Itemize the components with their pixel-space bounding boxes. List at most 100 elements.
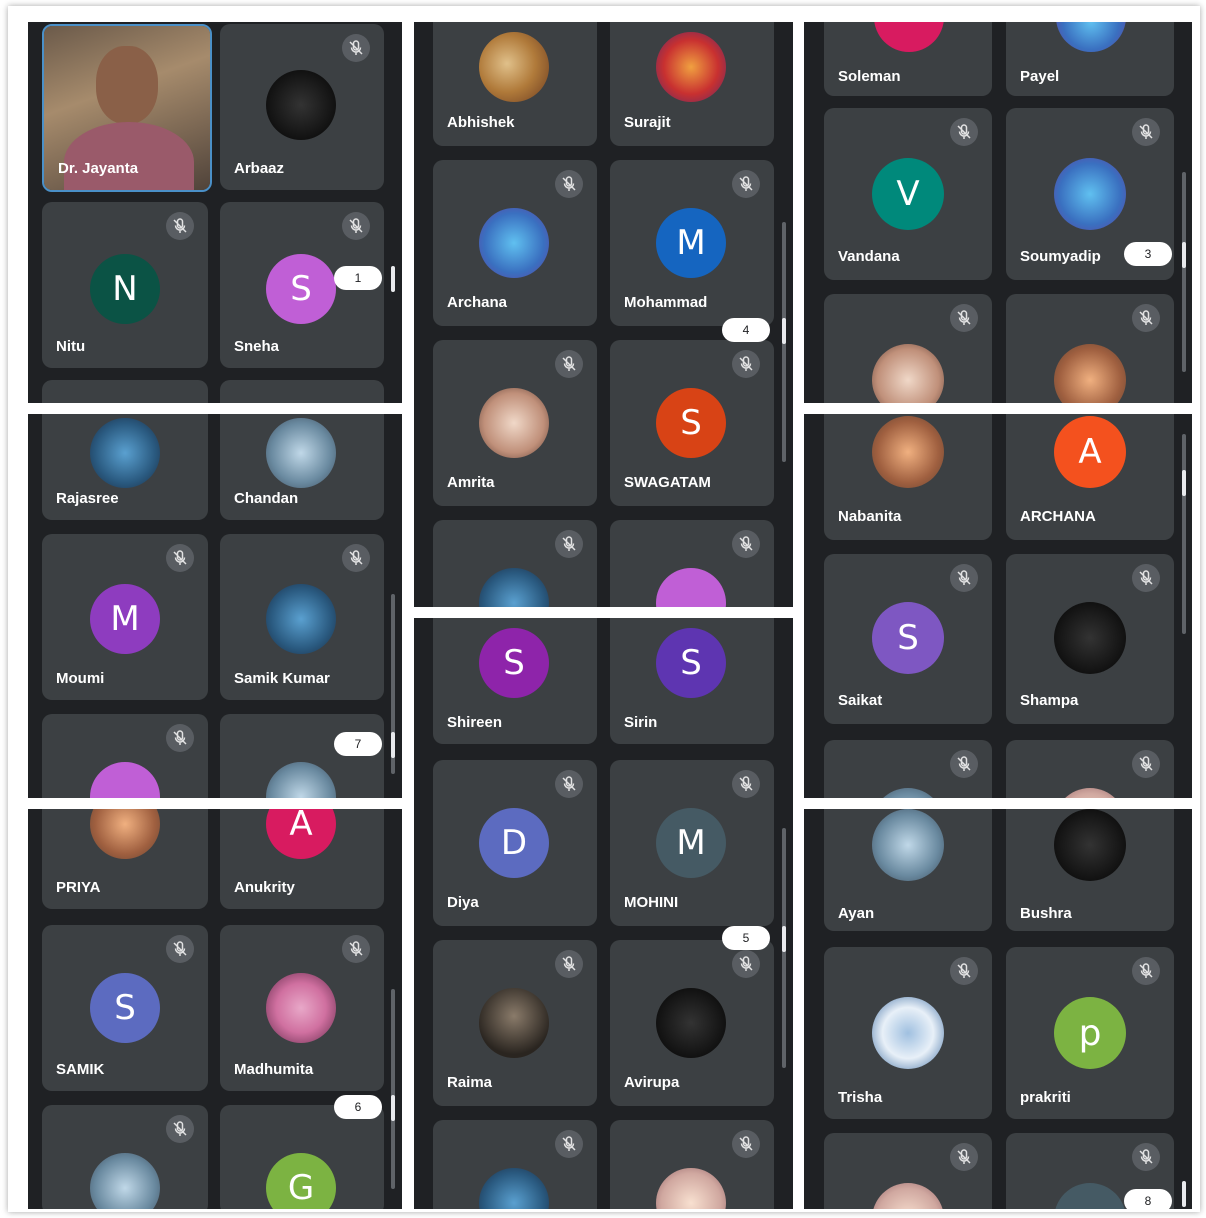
page-marker: 1 xyxy=(334,266,382,290)
participant-tile[interactable]: S Sirin xyxy=(610,618,774,744)
page-marker: 3 xyxy=(1124,242,1172,266)
page-marker: 8 xyxy=(1124,1189,1172,1209)
participant-avatar xyxy=(1056,22,1126,52)
participant-tile[interactable] xyxy=(42,714,208,798)
participant-tile[interactable]: Amrita xyxy=(433,340,597,506)
participant-tile[interactable]: Trisha xyxy=(824,947,992,1119)
participant-tile[interactable] xyxy=(1006,740,1174,798)
scrollbar[interactable] xyxy=(391,266,395,292)
participant-tile[interactable]: Ayan xyxy=(824,809,992,931)
participant-tile[interactable] xyxy=(824,740,992,798)
participant-name: Saikat xyxy=(838,692,883,709)
mic-off-icon xyxy=(166,1115,194,1143)
scrollbar-thumb[interactable] xyxy=(782,926,786,952)
participant-tile[interactable]: G xyxy=(220,1105,384,1209)
scrollbar-thumb[interactable] xyxy=(1182,470,1186,496)
participant-tile[interactable]: Dr. Jayanta xyxy=(42,24,212,192)
participant-avatar xyxy=(656,988,726,1058)
participant-tile[interactable]: PRIYA xyxy=(42,809,208,909)
participant-tile[interactable] xyxy=(42,380,208,403)
scrollbar[interactable] xyxy=(391,989,395,1189)
participant-tile[interactable]: S SAMIK xyxy=(42,925,208,1091)
scrollbar[interactable] xyxy=(1182,172,1186,372)
participant-tile[interactable]: A Anukrity xyxy=(220,809,384,909)
participant-avatar: p xyxy=(1054,997,1126,1069)
participant-tile[interactable]: V Vandana xyxy=(824,108,992,280)
scrollbar-thumb[interactable] xyxy=(1182,1181,1186,1207)
participant-tile[interactable]: Rajasree xyxy=(42,414,208,520)
meeting-panel: Ayan Bushra Trisha p prakriti 8 xyxy=(804,809,1192,1209)
mic-off-icon xyxy=(342,935,370,963)
participant-name: Moumi xyxy=(56,670,105,687)
participant-tile[interactable]: Shampa xyxy=(1006,554,1174,724)
participant-avatar: M xyxy=(656,208,726,278)
mic-off-icon xyxy=(166,544,194,572)
participant-tile[interactable]: D Diya xyxy=(433,760,597,926)
participant-tile[interactable]: S Shireen xyxy=(433,618,597,744)
participant-name: Rajasree xyxy=(56,490,119,507)
mic-off-icon xyxy=(1132,957,1160,985)
participant-tile[interactable]: M Moumi xyxy=(42,534,208,700)
participant-avatar: M xyxy=(656,808,726,878)
participant-avatar xyxy=(90,762,160,798)
participant-tile[interactable] xyxy=(824,294,992,403)
collage-frame: Dr. Jayanta Arbaaz N Nitu S Sneha 1 Raja… xyxy=(8,6,1200,1212)
participant-tile[interactable]: S SWAGATAM xyxy=(610,340,774,506)
participant-tile[interactable]: A ARCHANA xyxy=(1006,414,1174,540)
participant-name: PRIYA xyxy=(56,879,101,896)
participant-tile[interactable]: Abhishek xyxy=(433,22,597,146)
participant-tile[interactable] xyxy=(433,1120,597,1209)
participant-tile[interactable]: Samik Kumar xyxy=(220,534,384,700)
participant-avatar: M xyxy=(90,584,160,654)
page-marker: 4 xyxy=(722,318,770,342)
participant-tile[interactable] xyxy=(220,380,384,403)
participant-tile[interactable]: M Mohammad xyxy=(610,160,774,326)
participant-avatar xyxy=(479,988,549,1058)
scrollbar-thumb[interactable] xyxy=(782,318,786,344)
participant-tile[interactable]: Surajit xyxy=(610,22,774,146)
scrollbar-thumb[interactable] xyxy=(1182,242,1186,268)
participant-tile[interactable] xyxy=(1006,294,1174,403)
participant-tile[interactable]: M MOHINI xyxy=(610,760,774,926)
participant-tile[interactable]: Raima xyxy=(433,940,597,1106)
participant-name: Vandana xyxy=(838,248,900,265)
participant-tile[interactable] xyxy=(610,520,774,607)
participant-tile[interactable]: p prakriti xyxy=(1006,947,1174,1119)
participant-avatar xyxy=(479,32,549,102)
participant-name: SAMIK xyxy=(56,1061,105,1078)
scrollbar[interactable] xyxy=(1182,434,1186,634)
participant-tile[interactable]: Soleman xyxy=(824,22,992,96)
participant-tile[interactable]: N Nitu xyxy=(42,202,208,368)
participant-avatar xyxy=(1054,809,1126,881)
participant-tile[interactable]: Bushra xyxy=(1006,809,1174,931)
participant-name: Trisha xyxy=(838,1089,883,1106)
participant-tile[interactable] xyxy=(824,1133,992,1209)
participant-tile[interactable]: Chandan xyxy=(220,414,384,520)
participant-tile[interactable]: Arbaaz xyxy=(220,24,384,190)
participant-avatar xyxy=(872,997,944,1069)
mic-off-icon xyxy=(342,544,370,572)
mic-off-icon xyxy=(732,350,760,378)
mic-off-icon xyxy=(555,950,583,978)
participant-tile[interactable]: Payel xyxy=(1006,22,1174,96)
participant-tile[interactable]: S Saikat xyxy=(824,554,992,724)
participant-name: Raima xyxy=(447,1074,493,1091)
participant-avatar xyxy=(872,416,944,488)
participant-tile[interactable]: Avirupa xyxy=(610,940,774,1106)
participant-tile[interactable] xyxy=(42,1105,208,1209)
participant-tile[interactable] xyxy=(220,714,384,798)
participant-avatar xyxy=(266,762,336,798)
participant-tile[interactable]: Madhumita xyxy=(220,925,384,1091)
mic-off-icon xyxy=(732,170,760,198)
participant-tile[interactable]: Archana xyxy=(433,160,597,326)
participant-tile[interactable] xyxy=(433,520,597,607)
participant-tile[interactable]: Nabanita xyxy=(824,414,992,540)
meeting-panel: Rajasree Chandan M Moumi Samik Kumar 7 xyxy=(28,414,402,798)
participant-avatar: N xyxy=(90,254,160,324)
participant-name: Payel xyxy=(1020,68,1060,85)
participant-name: Soleman xyxy=(838,68,901,85)
scrollbar-thumb[interactable] xyxy=(391,732,395,758)
mic-off-icon xyxy=(555,1130,583,1158)
participant-tile[interactable] xyxy=(610,1120,774,1209)
scrollbar-thumb[interactable] xyxy=(391,1095,395,1121)
